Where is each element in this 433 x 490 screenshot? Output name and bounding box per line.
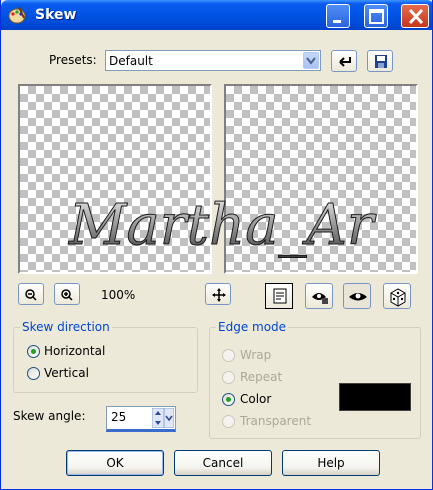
presets-label: Presets: — [49, 53, 97, 67]
pan-button[interactable] — [205, 283, 231, 305]
zoom-level: 100% — [101, 288, 136, 302]
color-label: Color — [240, 392, 272, 406]
dice-icon — [390, 288, 406, 307]
close-icon — [408, 8, 424, 25]
vertical-radio[interactable] — [27, 367, 40, 380]
edge-mode-legend: Edge mode — [216, 320, 289, 334]
move-arrows-icon — [212, 288, 226, 302]
help-button[interactable]: Help — [282, 450, 380, 476]
reset-presets-button[interactable] — [331, 50, 357, 72]
eye-icon — [349, 293, 367, 301]
auto-proof-button[interactable] — [305, 283, 333, 309]
transparent-label: Transparent — [240, 414, 312, 428]
spin-arrows-icon[interactable] — [152, 408, 174, 428]
skew-angle-input[interactable]: 25 — [106, 406, 176, 432]
document-list-icon — [273, 288, 287, 304]
zoom-in-icon — [61, 289, 73, 301]
minimize-button[interactable] — [326, 4, 350, 28]
horizontal-label: Horizontal — [44, 344, 106, 358]
randomize-button[interactable] — [383, 283, 411, 309]
watermark-logo: Martha_Ar — [68, 193, 378, 259]
zoom-in-button[interactable] — [54, 283, 80, 305]
window-title: Skew — [35, 7, 77, 23]
maximize-icon — [369, 9, 384, 24]
transparent-radio[interactable] — [222, 415, 235, 428]
preview-toggle-button[interactable] — [343, 283, 371, 309]
skew-angle-label: Skew angle: — [13, 409, 86, 423]
edge-color-swatch[interactable] — [339, 383, 411, 411]
presets-value: Default — [109, 54, 153, 68]
proof-toggle-button[interactable] — [265, 283, 293, 309]
title-bar[interactable]: Skew — [1, 0, 432, 30]
skew-direction-group: Skew direction — [13, 320, 198, 393]
repeat-radio[interactable] — [222, 371, 235, 384]
ok-button[interactable]: OK — [66, 450, 164, 476]
horizontal-radio[interactable] — [27, 345, 40, 358]
color-radio[interactable] — [222, 393, 235, 406]
dropdown-arrow-button[interactable] — [303, 52, 319, 69]
minimize-icon — [333, 20, 341, 23]
skew-dialog: Skew Presets: Default Martha_Ar 100% Ske… — [0, 0, 433, 490]
wrap-label: Wrap — [240, 348, 272, 362]
close-button[interactable] — [401, 4, 429, 28]
paint-palette-icon — [8, 6, 26, 24]
cancel-button[interactable]: Cancel — [174, 450, 272, 476]
maximize-button[interactable] — [364, 4, 388, 28]
repeat-label: Repeat — [240, 370, 283, 384]
svg-text:Martha_Ar: Martha_Ar — [68, 193, 377, 258]
vertical-label: Vertical — [44, 366, 89, 380]
skew-angle-value: 25 — [111, 410, 127, 424]
save-preset-button[interactable] — [367, 50, 393, 72]
wrap-radio[interactable] — [222, 349, 235, 362]
skew-direction-legend: Skew direction — [20, 320, 112, 334]
zoom-out-button[interactable] — [18, 283, 44, 305]
zoom-out-icon — [25, 289, 37, 301]
eye-lock-icon — [312, 293, 328, 304]
save-disk-icon — [375, 55, 387, 68]
presets-dropdown[interactable]: Default — [105, 50, 321, 71]
undo-arrow-icon — [339, 57, 351, 67]
chevron-down-icon — [306, 57, 316, 65]
